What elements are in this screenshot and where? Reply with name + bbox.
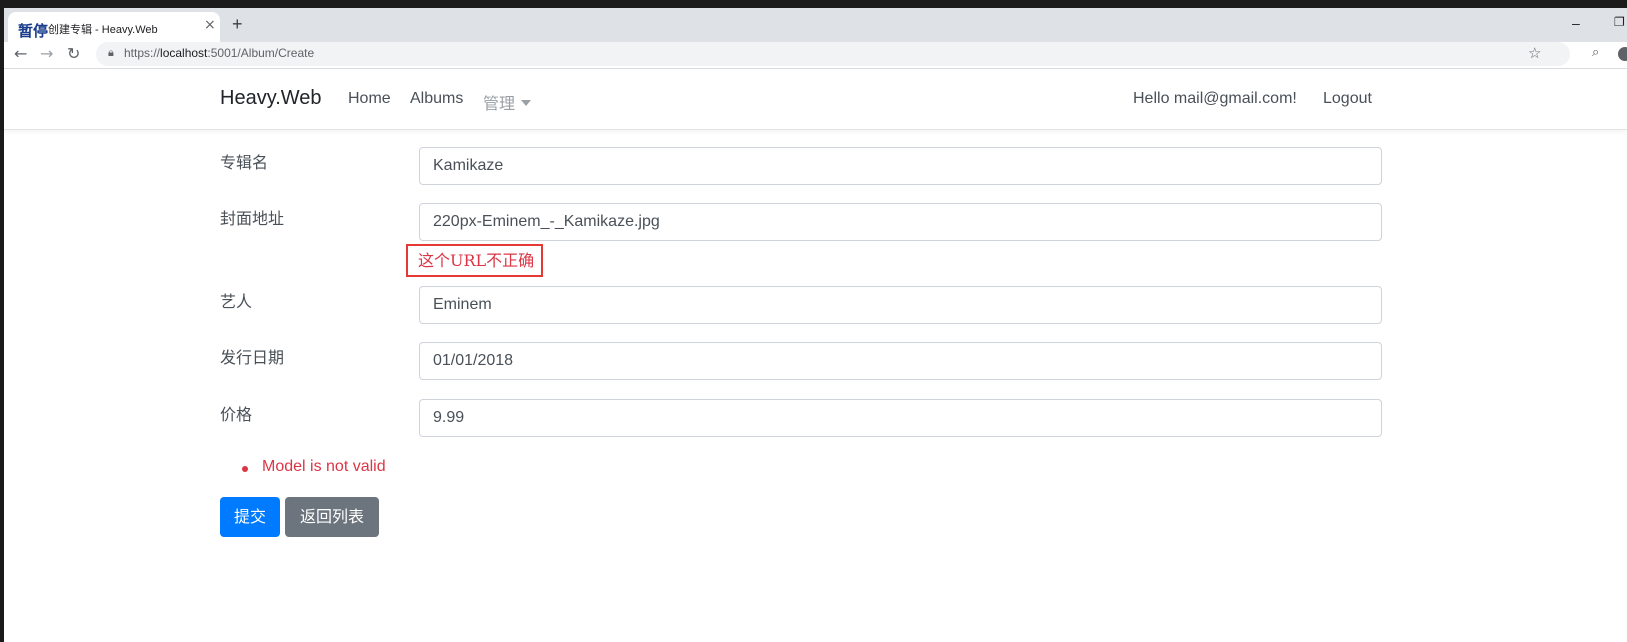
nav-dropdown-label: 管理 (483, 96, 516, 113)
artist-input[interactable]: Eminem (419, 286, 1382, 324)
cover-url-input[interactable]: 220px-Eminem_-_Kamikaze.jpg (419, 203, 1382, 241)
browser-tab-bar: 暂停 创建专辑 - Heavy.Web × + – ❐ (4, 8, 1627, 42)
url-text: https://localhost:5001/Album/Create (124, 46, 315, 60)
lock-icon: 🔒︎ (108, 46, 114, 59)
new-tab-icon[interactable]: + (232, 14, 243, 35)
tab-title: 创建专辑 - Heavy.Web (48, 24, 158, 36)
navbar-brand[interactable]: Heavy.Web (220, 87, 322, 110)
nav-link-albums[interactable]: Albums (410, 90, 463, 108)
site-navbar: Heavy.Web Home Albums 管理 Hello mail@gmai… (4, 69, 1627, 130)
address-bar[interactable]: 🔒︎ https://localhost:5001/Album/Create ⌕ (96, 42, 1599, 66)
window-restore-icon[interactable]: ❐ (1614, 15, 1625, 29)
browser-toolbar: ← → ↻ 🔒︎ https://localhost:5001/Album/Cr… (4, 42, 1627, 69)
user-greeting: Hello mail@gmail.com! (1133, 90, 1297, 107)
tab-overlay-label: 暂停 (18, 22, 49, 40)
validation-bullet (242, 466, 248, 472)
window-minimize-icon[interactable]: – (1572, 15, 1580, 31)
zoom-icon[interactable]: ⌕ (1592, 45, 1599, 60)
reload-icon[interactable]: ↻ (67, 44, 80, 63)
price-input[interactable]: 9.99 (419, 399, 1382, 437)
artist-label: 艺人 (220, 292, 253, 311)
window-top-strip (0, 0, 1627, 8)
submit-button[interactable]: 提交 (220, 497, 280, 537)
cover-url-label: 封面地址 (220, 209, 285, 228)
logout-link[interactable]: Logout (1323, 90, 1372, 108)
profile-avatar-icon[interactable] (1618, 47, 1627, 61)
browser-tab[interactable]: 暂停 创建专辑 - Heavy.Web × (8, 12, 220, 42)
price-label: 价格 (220, 405, 253, 424)
bookmark-star-icon[interactable]: ☆ (1528, 44, 1541, 62)
back-to-list-button[interactable]: 返回列表 (285, 497, 379, 537)
release-date-input[interactable]: 01/01/2018 (419, 342, 1382, 380)
tab-close-icon[interactable]: × (204, 17, 216, 33)
nav-link-home[interactable]: Home (348, 90, 391, 108)
release-date-label: 发行日期 (220, 348, 285, 367)
album-name-input[interactable]: Kamikaze (419, 147, 1382, 185)
album-name-label: 专辑名 (220, 153, 269, 172)
forward-arrow-icon[interactable]: → (40, 44, 53, 63)
nav-dropdown-manage[interactable]: 管理 (483, 90, 532, 114)
back-arrow-icon[interactable]: ← (14, 44, 27, 63)
validation-summary: Model is not valid (262, 458, 386, 475)
caret-down-icon (521, 99, 532, 106)
cover-url-error: 这个URL不正确 (418, 251, 535, 270)
